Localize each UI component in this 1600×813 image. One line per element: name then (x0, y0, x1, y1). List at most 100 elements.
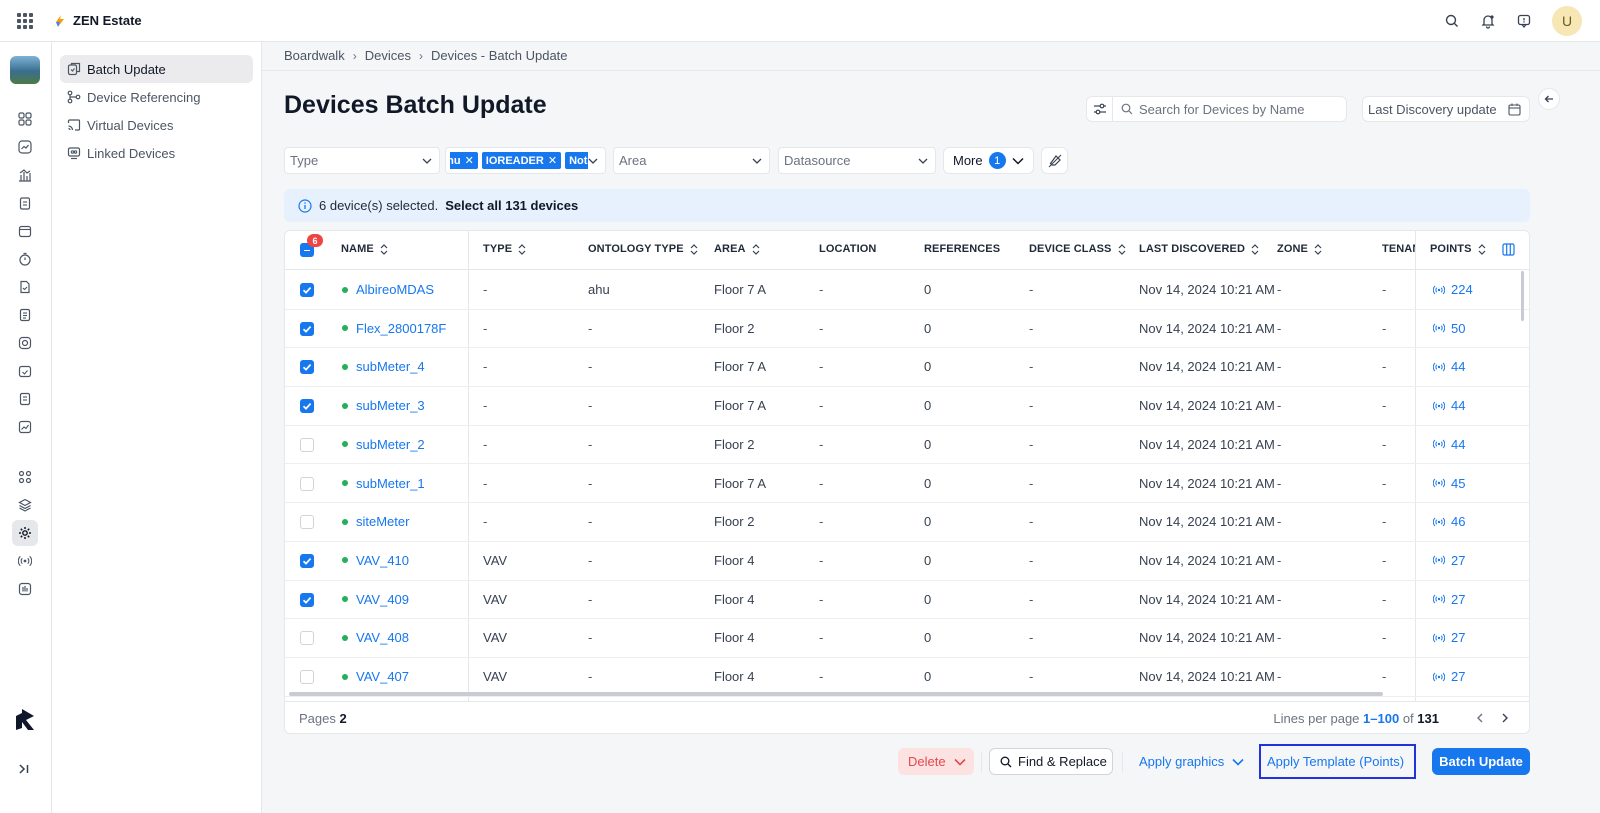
company-logo[interactable] (12, 706, 40, 734)
subnav-item-virtual-devices[interactable]: Virtual Devices (60, 111, 253, 139)
table-row[interactable]: subMeter_4- - Floor 7 A -0- Nov 14, 2024 10:… (285, 348, 1529, 388)
table-row[interactable]: subMeter_3- - Floor 7 A -0- Nov 14, 2024 10:… (285, 387, 1529, 426)
points-link[interactable]: 44 (1433, 398, 1465, 413)
timer-icon[interactable] (18, 252, 32, 266)
device-name-link[interactable]: VAV_407 (342, 669, 409, 684)
device-name-link[interactable]: siteMeter (342, 514, 409, 529)
points-link[interactable]: 44 (1433, 437, 1465, 452)
dashboard-icon[interactable] (18, 112, 32, 126)
expand-sidebar-icon[interactable] (18, 763, 30, 775)
clipboard-icon[interactable] (18, 196, 32, 210)
row-checkbox[interactable] (300, 670, 314, 684)
ontology-filter-select[interactable]: ahu ✕ IOREADER ✕ Not (445, 147, 606, 174)
select-all-link[interactable]: Select all 131 devices (445, 198, 578, 213)
row-checkbox[interactable] (300, 631, 314, 646)
last-discovery-date-picker[interactable]: Last Discovery update (1362, 96, 1530, 122)
points-link[interactable]: 50 (1433, 321, 1465, 336)
table-row[interactable]: VAV_409 VAV - Floor 4-0- Nov 14, 2024 10:21 … (285, 581, 1529, 620)
device-name-link[interactable]: VAV_410 (342, 553, 409, 568)
row-checkbox[interactable] (300, 476, 314, 491)
trend-chart-icon[interactable] (18, 420, 32, 434)
user-avatar[interactable]: U (1552, 6, 1582, 36)
device-name-link[interactable]: subMeter_1 (342, 476, 425, 491)
report-icon[interactable] (18, 308, 32, 322)
breadcrumb-item[interactable]: Devices (365, 48, 411, 63)
table-row[interactable]: AlbireoMDAS - ahu Floor 7 A -0- Nov 14, 2024 … (285, 271, 1529, 310)
device-name-link[interactable]: Flex_2800178F (342, 321, 446, 336)
advanced-filter-button[interactable] (1086, 96, 1113, 122)
column-header-area[interactable]: AREA (714, 243, 760, 255)
area-filter-select[interactable]: Area (613, 147, 770, 174)
apply-graphics-button[interactable]: Apply graphics (1130, 748, 1250, 775)
points-link[interactable]: 27 (1433, 592, 1465, 607)
column-settings-icon[interactable] (1502, 243, 1515, 256)
subnav-item-batch-update[interactable]: Batch Update (60, 55, 253, 83)
filter-chip[interactable]: ahu ✕ (450, 152, 478, 169)
analytics-icon[interactable] (18, 140, 32, 154)
breadcrumb-item[interactable]: Boardwalk (284, 48, 345, 63)
schedule-icon[interactable] (18, 364, 32, 378)
subnav-item-linked-devices[interactable]: Linked Devices (60, 139, 253, 167)
device-name-link[interactable]: subMeter_3 (342, 398, 425, 413)
points-link[interactable]: 27 (1433, 669, 1465, 684)
vertical-scrollbar[interactable] (1521, 271, 1524, 321)
more-filters-button[interactable]: More 1 (943, 147, 1034, 174)
building-chart-icon[interactable] (18, 168, 32, 182)
clear-filters-button[interactable] (1041, 147, 1068, 174)
signal-icon[interactable] (18, 554, 32, 568)
remove-chip-icon[interactable]: ✕ (465, 154, 474, 167)
feedback-icon[interactable] (1516, 13, 1532, 29)
table-row[interactable]: VAV_408 VAV - Floor 4-0- Nov 14, 2024 10:21 … (285, 619, 1529, 658)
datasource-filter-select[interactable]: Datasource (778, 147, 936, 174)
row-checkbox[interactable] (300, 515, 314, 530)
row-checkbox[interactable] (300, 399, 314, 414)
device-name-link[interactable]: VAV_409 (342, 592, 409, 607)
prev-page-icon[interactable] (1475, 713, 1485, 723)
points-link[interactable]: 45 (1433, 476, 1465, 491)
horizontal-scrollbar[interactable] (289, 692, 1383, 696)
row-checkbox[interactable] (300, 321, 314, 336)
delete-button[interactable]: Delete (898, 748, 974, 775)
building-avatar[interactable] (10, 56, 40, 84)
row-checkbox[interactable] (300, 437, 314, 452)
column-header-device-class[interactable]: DEVICE CLASS (1029, 243, 1126, 255)
row-checkbox[interactable] (300, 553, 314, 568)
layers-icon[interactable] (18, 498, 32, 512)
table-row[interactable]: VAV_407 VAV - Floor 4-0- Nov 14, 2024 10:21 … (285, 658, 1529, 697)
subnav-item-device-referencing[interactable]: Device Referencing (60, 83, 253, 111)
filter-chip[interactable]: Not (565, 152, 588, 169)
points-link[interactable]: 27 (1433, 553, 1465, 568)
collapse-panel-button[interactable] (1538, 88, 1560, 110)
calendar-icon[interactable] (18, 224, 32, 238)
device-name-link[interactable]: AlbireoMDAS (342, 282, 434, 297)
lines-range-select[interactable]: 1–100 (1363, 711, 1399, 726)
row-checkbox[interactable] (300, 283, 314, 297)
notes-icon[interactable] (18, 392, 32, 406)
notification-bell-icon[interactable] (1480, 13, 1496, 29)
points-link[interactable]: 27 (1433, 630, 1465, 645)
remove-chip-icon[interactable]: ✕ (548, 154, 557, 167)
app-brand[interactable]: ZEN Estate (53, 13, 142, 28)
points-link[interactable]: 44 (1433, 359, 1465, 374)
column-header-name[interactable]: NAME (341, 243, 388, 255)
column-header-type[interactable]: TYPE (483, 243, 526, 255)
search-icon[interactable] (1444, 13, 1460, 29)
column-header-zone[interactable]: ZONE (1277, 243, 1322, 255)
table-row[interactable]: siteMeter - - Floor 2-0- Nov 14, 2024 10:21 … (285, 503, 1529, 542)
table-row[interactable]: subMeter_1- - Floor 7 A -0- Nov 14, 2024 10:… (285, 465, 1529, 504)
column-header-last-discovered[interactable]: LAST DISCOVERED (1139, 243, 1259, 255)
table-row[interactable]: Flex_2800178F - - Floor 2-0- Nov 14, 2024 10… (285, 310, 1529, 349)
settings-gear-icon[interactable] (12, 520, 38, 546)
device-name-link[interactable]: subMeter_4 (342, 359, 425, 374)
table-row[interactable]: subMeter_2- - Floor 2-0- Nov 14, 2024 10:21… (285, 426, 1529, 465)
row-checkbox[interactable] (300, 360, 314, 375)
column-header-ontology-type[interactable]: ONTOLOGY TYPE (588, 243, 698, 255)
row-checkbox[interactable] (300, 592, 314, 607)
device-name-link[interactable]: VAV_408 (342, 630, 409, 645)
batch-update-button[interactable]: Batch Update (1432, 748, 1530, 775)
device-name-link[interactable]: subMeter_2 (342, 437, 425, 452)
column-header-points[interactable]: POINTS (1430, 243, 1486, 255)
filter-chip[interactable]: IOREADER ✕ (481, 152, 562, 169)
meter-icon[interactable] (18, 582, 32, 596)
points-link[interactable]: 224 (1433, 282, 1473, 297)
